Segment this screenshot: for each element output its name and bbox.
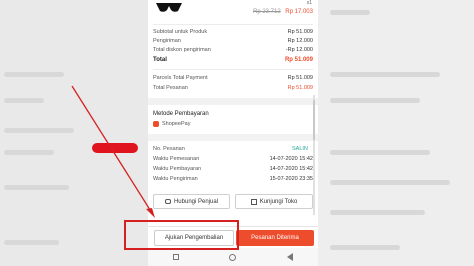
- annotation-arrow: [71, 85, 155, 218]
